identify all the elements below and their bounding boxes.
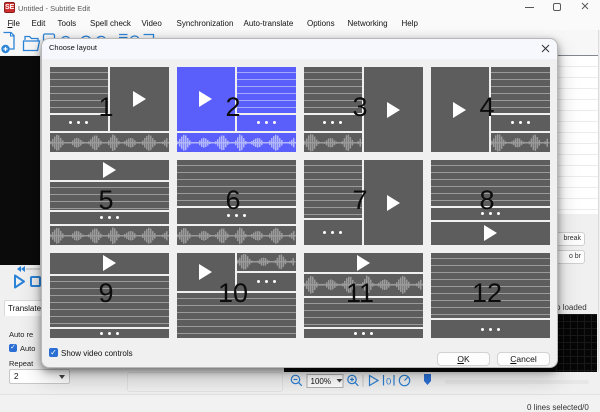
svg-text:0: 0 <box>386 377 391 388</box>
svg-text:100%: 100% <box>311 377 331 386</box>
